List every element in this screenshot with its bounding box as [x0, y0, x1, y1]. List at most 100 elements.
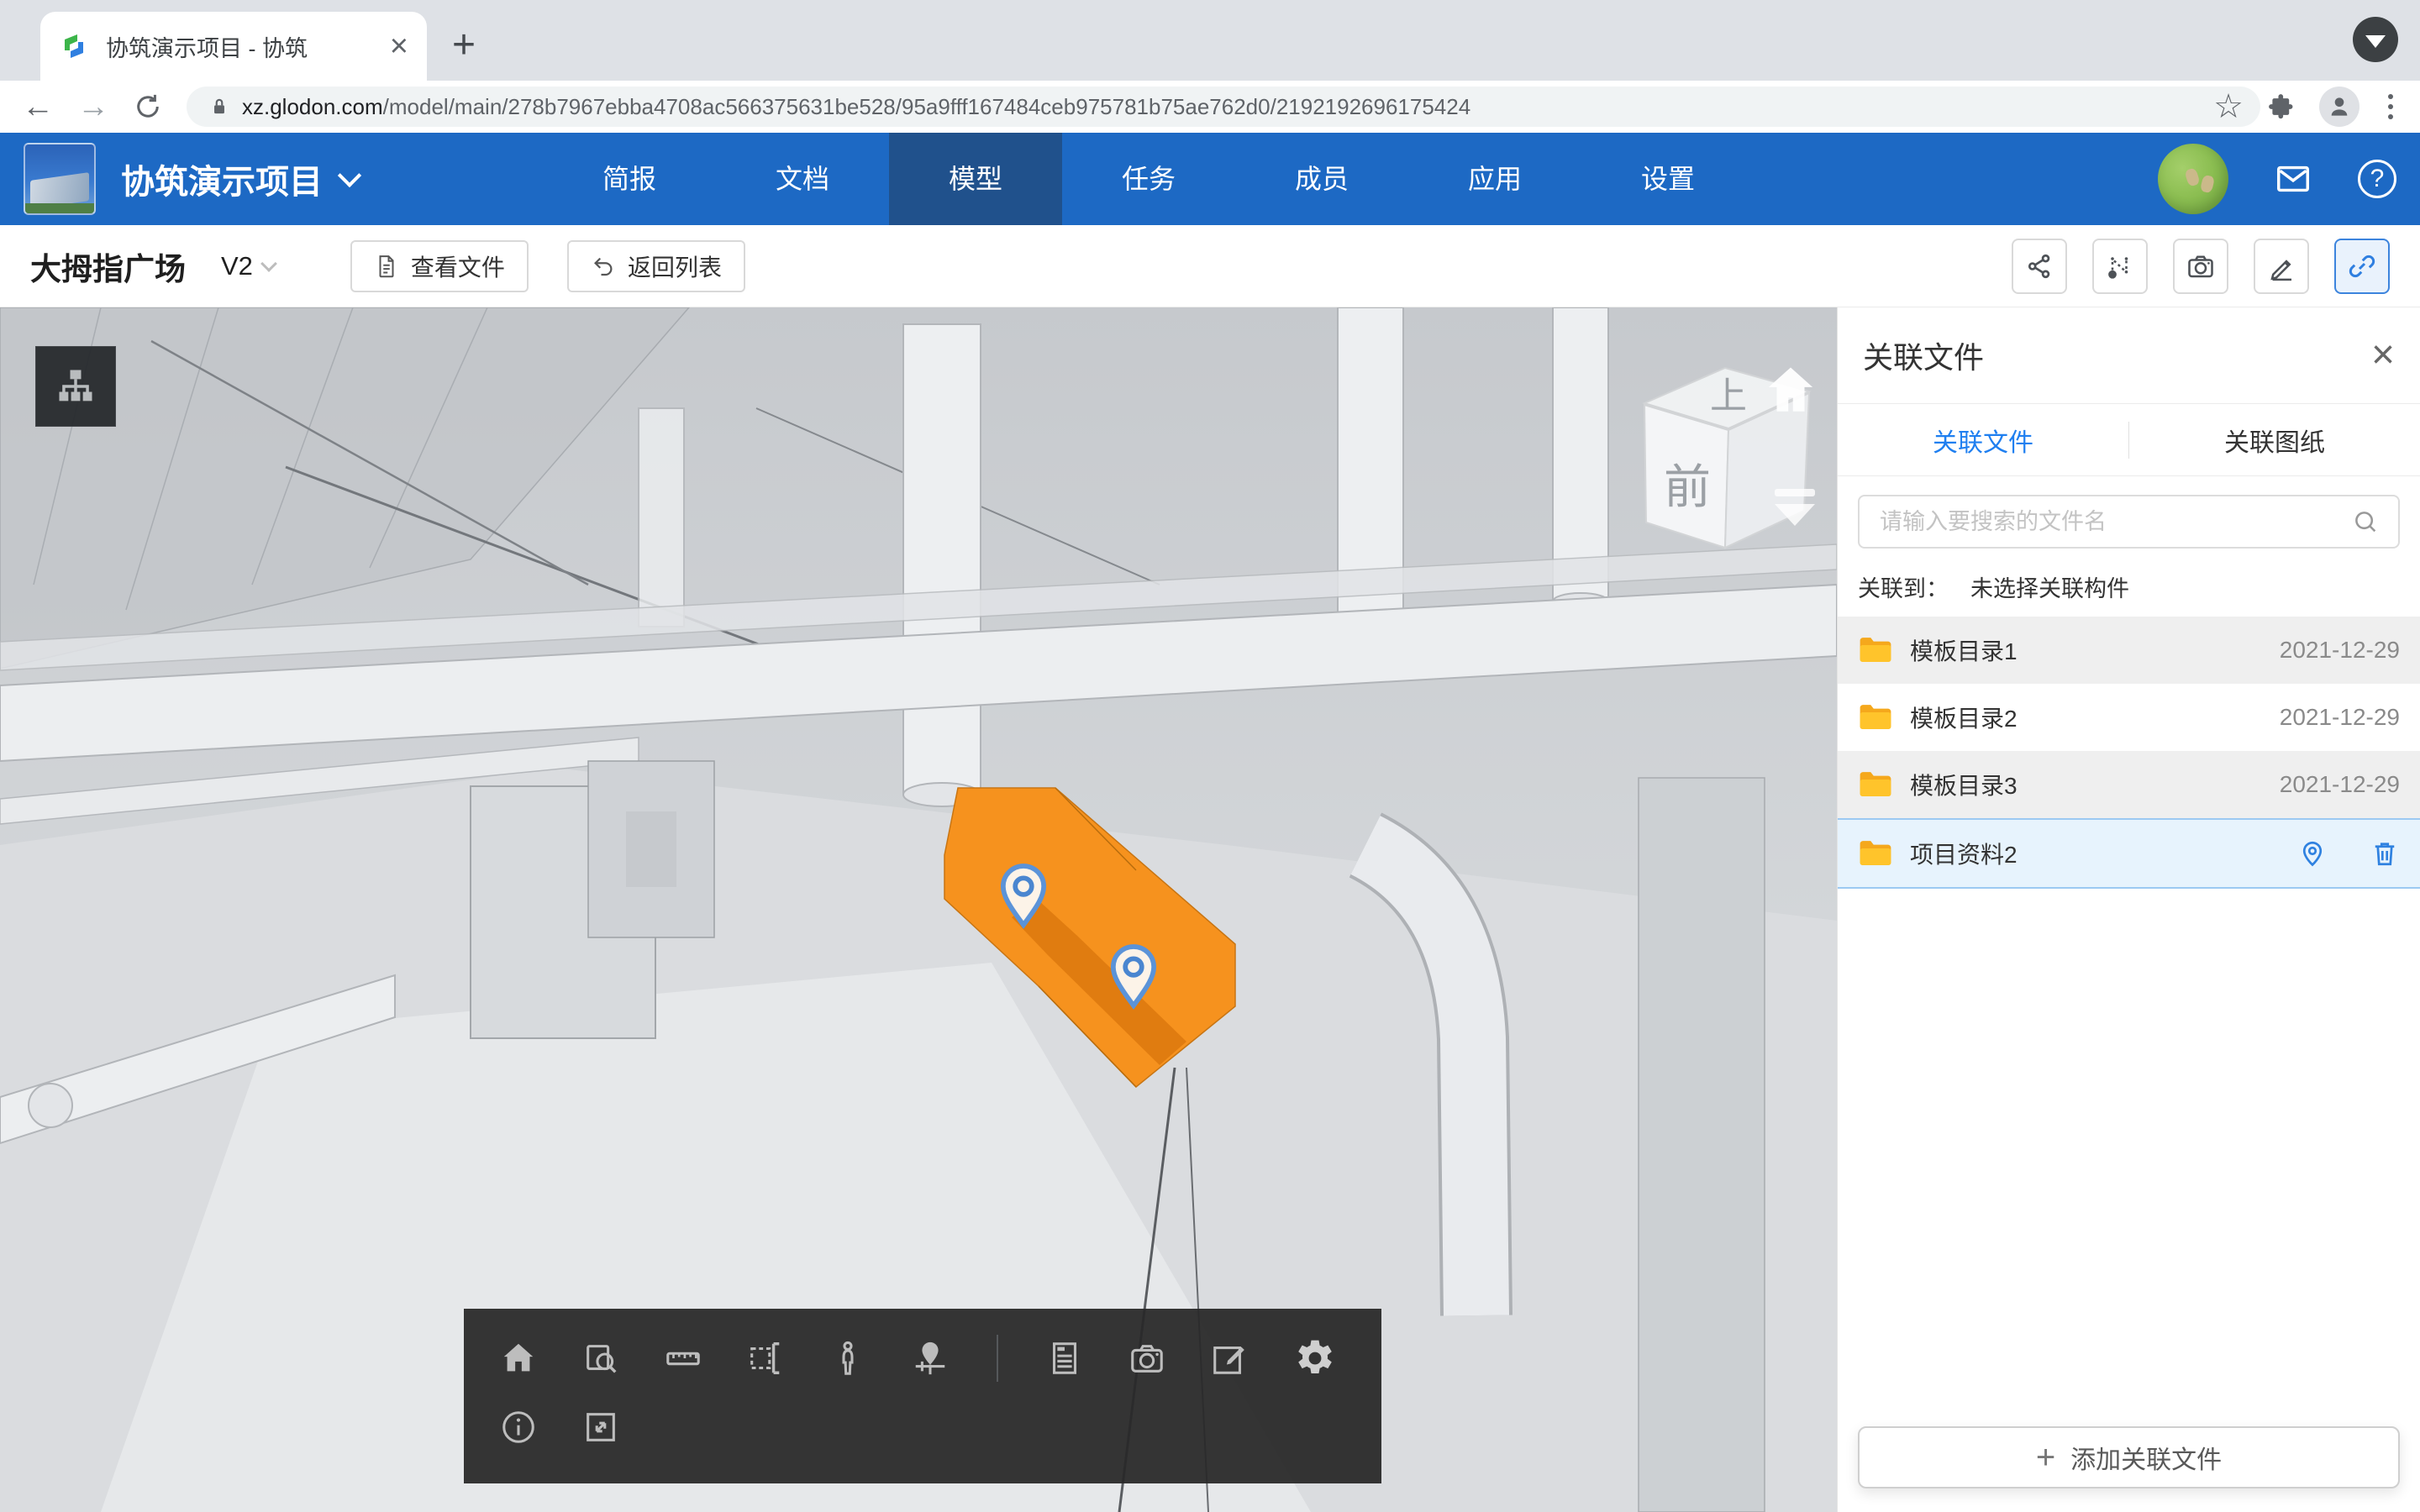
back-to-list-button[interactable]: 返回列表	[567, 240, 745, 292]
dock-divider	[997, 1335, 998, 1382]
snapshot-icon[interactable]	[1128, 1339, 1166, 1378]
linked-files-panel: 关联文件 × 关联文件 关联图纸 关联到：未选择关联构件 模板目录1 2021-…	[1837, 307, 2420, 1512]
cube-top-label: 上	[1710, 375, 1747, 417]
search-icon[interactable]	[2351, 507, 2380, 536]
project-title[interactable]: 协筑演示项目	[121, 155, 323, 203]
file-name: 项目资料2	[1910, 837, 2018, 870]
viewpoint-pin-icon[interactable]	[911, 1339, 950, 1378]
roam-path-button[interactable]	[2092, 239, 2148, 294]
add-linked-file-button[interactable]: + 添加关联文件	[1858, 1426, 2400, 1488]
version-selector[interactable]: V2	[221, 251, 253, 281]
viewer-dock	[464, 1309, 1381, 1483]
dock-row-2	[464, 1408, 1381, 1483]
snapshot-button[interactable]	[2173, 239, 2228, 294]
chevron-down-icon[interactable]	[338, 164, 361, 187]
file-date: 2021-12-29	[2280, 637, 2400, 664]
view-file-button[interactable]: 查看文件	[350, 240, 529, 292]
browser-tab-strip: 协筑演示项目 - 协筑 × +	[0, 0, 2420, 81]
panel-tabs: 关联文件 关联图纸	[1838, 404, 2420, 476]
chevron-down-icon[interactable]	[260, 255, 277, 272]
tab-title: 协筑演示项目 - 协筑	[106, 30, 390, 63]
measure-icon[interactable]	[664, 1339, 702, 1378]
linked-to-status: 关联到：未选择关联构件	[1858, 570, 2400, 603]
close-icon[interactable]: ×	[2371, 335, 2395, 375]
pen-icon	[2266, 251, 2296, 281]
model-name: 大拇指广场	[30, 244, 186, 289]
panel-title: 关联文件	[1863, 333, 1984, 377]
file-list: 模板目录1 2021-12-29 模板目录2 2021-12-29 模板目录3 …	[1838, 617, 2420, 889]
file-search-input[interactable]	[1878, 508, 2351, 536]
extensions-puzzle-icon[interactable]	[2267, 92, 2296, 121]
browser-profile-avatar[interactable]	[2319, 87, 2360, 127]
file-search-box[interactable]	[1858, 495, 2400, 549]
nav-tab-1[interactable]: 简报	[543, 133, 716, 225]
nav-tab-2[interactable]: 文档	[716, 133, 889, 225]
markup-button[interactable]	[2254, 239, 2309, 294]
cube-collapse-icon[interactable]	[1770, 487, 1820, 531]
mail-icon[interactable]	[2274, 160, 2312, 198]
section-icon[interactable]	[746, 1339, 785, 1378]
fullscreen-icon[interactable]	[581, 1408, 620, 1446]
model-tree-button[interactable]	[35, 346, 116, 427]
settings-gear-icon[interactable]	[1292, 1336, 1338, 1381]
file-row[interactable]: 项目资料2	[1838, 818, 2420, 889]
folder-icon	[1858, 702, 1893, 732]
share-button[interactable]	[2012, 239, 2067, 294]
locate-pin-icon[interactable]	[2297, 838, 2328, 869]
home-icon[interactable]	[499, 1339, 538, 1378]
folder-icon	[1858, 838, 1893, 869]
model-viewport[interactable]: 上 前	[0, 307, 1837, 1512]
file-row-actions	[2297, 838, 2400, 869]
document-icon	[374, 254, 399, 279]
delete-icon[interactable]	[2370, 838, 2400, 869]
tab-close-icon[interactable]: ×	[390, 30, 408, 62]
back-icon[interactable]: ←	[22, 91, 54, 123]
app-header: 协筑演示项目 简报文档模型任务成员应用设置 ?	[0, 133, 2420, 225]
nav-tab-7[interactable]: 设置	[1581, 133, 1754, 225]
component-list-icon[interactable]	[1045, 1339, 1084, 1378]
plus-icon: +	[2036, 1441, 2055, 1474]
xiezhu-favicon-icon	[59, 31, 89, 61]
file-date: 2021-12-29	[2280, 704, 2400, 731]
file-row[interactable]: 模板目录3 2021-12-29	[1838, 751, 2420, 818]
header-nav: 简报文档模型任务成员应用设置	[543, 133, 1754, 225]
info-icon[interactable]	[499, 1408, 538, 1446]
nav-tab-3[interactable]: 模型	[889, 133, 1062, 225]
new-tab-button[interactable]: +	[452, 25, 476, 66]
browser-url-bar: ← → xz.glodon.com/model/main/278b7967ebb…	[0, 81, 2420, 133]
tab-linked-files[interactable]: 关联文件	[1838, 422, 2128, 459]
link-file-button[interactable]	[2334, 239, 2390, 294]
browser-menu-icon[interactable]	[2383, 94, 2398, 119]
panel-header: 关联文件 ×	[1838, 307, 2420, 404]
help-icon[interactable]: ?	[2358, 160, 2396, 198]
url-field[interactable]: xz.glodon.com/model/main/278b7967ebba470…	[187, 87, 2260, 127]
browser-tab[interactable]: 协筑演示项目 - 协筑 ×	[40, 12, 427, 81]
share-icon	[2024, 251, 2054, 281]
reload-icon[interactable]	[133, 92, 163, 122]
file-date: 2021-12-29	[2280, 771, 2400, 798]
nav-tab-4[interactable]: 任务	[1062, 133, 1235, 225]
bookmark-star-icon[interactable]: ☆	[2213, 87, 2244, 126]
screen: 协筑演示项目 - 协筑 × + ← → xz.glodon.com/model/…	[0, 0, 2420, 1512]
nav-tab-5[interactable]: 成员	[1235, 133, 1408, 225]
camera-icon	[2186, 251, 2216, 281]
cube-front-label: 前	[1664, 460, 1711, 513]
file-row[interactable]: 模板目录2 2021-12-29	[1838, 684, 2420, 751]
dock-row-1	[464, 1309, 1381, 1408]
model-action-buttons	[2012, 239, 2390, 294]
return-arrow-icon	[591, 254, 616, 279]
forward-icon[interactable]: →	[77, 91, 109, 123]
hierarchy-icon	[54, 365, 97, 408]
walkthrough-icon[interactable]	[829, 1339, 867, 1378]
folder-icon	[1858, 635, 1893, 665]
file-row[interactable]: 模板目录1 2021-12-29	[1838, 617, 2420, 684]
markup-icon[interactable]	[1210, 1339, 1249, 1378]
project-logo[interactable]	[24, 143, 96, 215]
model-toolbar: 大拇指广场 V2 查看文件 返回列表	[0, 225, 2420, 307]
user-avatar[interactable]	[2158, 144, 2228, 214]
tab-linked-drawings[interactable]: 关联图纸	[2129, 422, 2420, 459]
nav-tab-6[interactable]: 应用	[1408, 133, 1581, 225]
tab-search-button[interactable]	[2353, 17, 2398, 62]
zoom-window-icon[interactable]	[581, 1339, 620, 1378]
view-home-icon[interactable]	[1763, 363, 1818, 418]
